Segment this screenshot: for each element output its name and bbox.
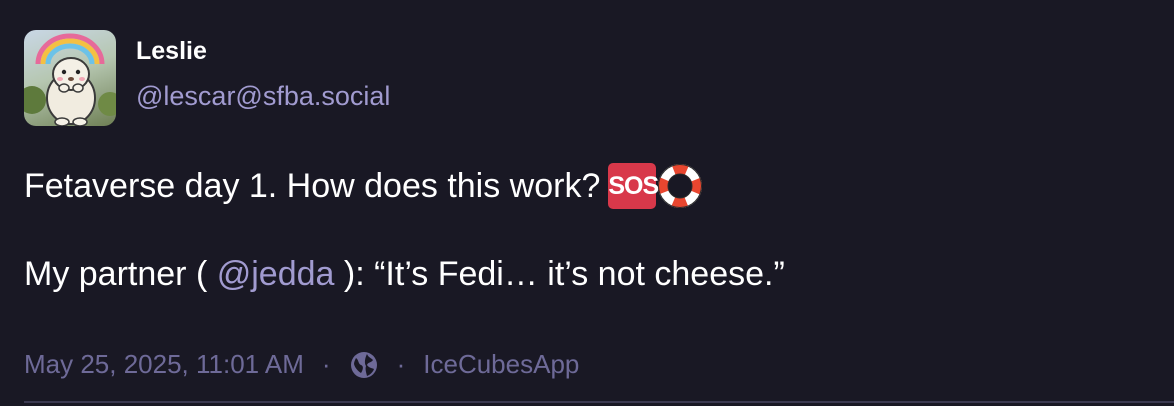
hedgehog-avatar-icon — [24, 33, 116, 126]
meta-separator: · — [321, 349, 331, 379]
lifebuoy-emoji-icon — [658, 164, 703, 208]
post-text: Fetaverse day 1. How does this work? — [24, 166, 601, 205]
meta-separator-2: · — [396, 349, 406, 379]
post-text-line-2: My partner ( @jedda ): “It’s Fedi… it’s … — [24, 255, 785, 294]
status-post: Leslie @lescar@sfba.social Fetaverse day… — [0, 0, 1174, 406]
author-avatar[interactable] — [24, 30, 116, 126]
author-handle[interactable]: @lescar@sfba.social — [136, 81, 390, 112]
post-timestamp[interactable]: May 25, 2025, 11:01 AM — [24, 349, 304, 380]
post-text-line-1: Fetaverse day 1. How does this work? SOS — [24, 163, 703, 209]
post-meta: May 25, 2025, 11:01 AM · · IceCubesApp — [24, 349, 579, 380]
mention-link[interactable]: @jedda — [217, 255, 335, 293]
divider — [24, 401, 1174, 403]
sos-emoji-label: SOS — [608, 172, 659, 200]
globe-icon — [349, 350, 379, 380]
post-text-prefix: My partner ( — [24, 255, 208, 293]
post-text-suffix: ): “It’s Fedi… it’s not cheese.” — [343, 255, 785, 293]
author-display-name[interactable]: Leslie — [136, 37, 207, 66]
client-app-name[interactable]: IceCubesApp — [423, 349, 579, 380]
sos-emoji: SOS — [608, 163, 659, 209]
